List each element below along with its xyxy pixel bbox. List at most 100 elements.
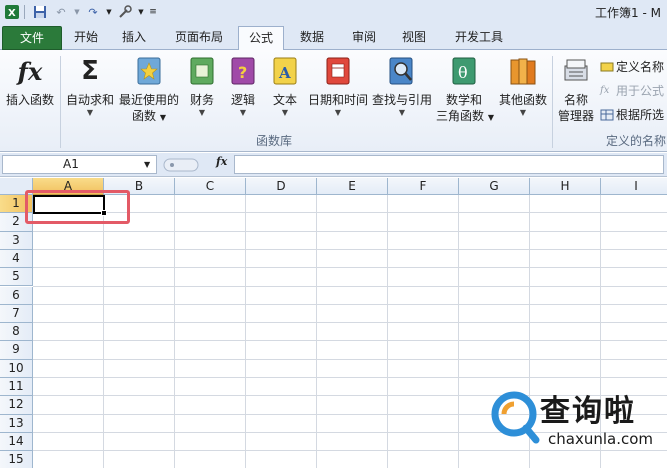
datetime-button[interactable]: 日期和时间 ▼ bbox=[306, 56, 370, 118]
math-trig-button[interactable]: θ 数学和 三角函数 ▼ bbox=[436, 56, 494, 126]
row-header-11[interactable]: 11 bbox=[0, 378, 33, 397]
use-in-formula-button[interactable]: fx 用于公式 bbox=[600, 82, 664, 99]
column-header-f[interactable]: F bbox=[388, 178, 459, 195]
grid-column-line bbox=[103, 195, 104, 468]
ribbon-tabs: 文件 开始 插入 页面布局 公式 数据 审阅 视图 开发工具 bbox=[0, 24, 667, 51]
column-header-g[interactable]: G bbox=[459, 178, 530, 195]
redo-dropdown-icon[interactable]: ▼ bbox=[105, 3, 113, 21]
grid-column-line bbox=[316, 195, 317, 468]
star-book-icon bbox=[134, 56, 164, 86]
grid-row-line bbox=[33, 322, 667, 324]
grid-column-line bbox=[245, 195, 246, 468]
row-header-3[interactable]: 3 bbox=[0, 231, 33, 250]
grid-row-line bbox=[33, 248, 667, 250]
row-header-4[interactable]: 4 bbox=[0, 249, 33, 269]
tab-file[interactable]: 文件 bbox=[2, 26, 62, 50]
svg-text:θ: θ bbox=[458, 63, 468, 82]
tab-review[interactable]: 审阅 bbox=[342, 26, 386, 50]
tab-home[interactable]: 开始 bbox=[64, 26, 108, 50]
lookup-reference-button[interactable]: 查找与引用 ▼ bbox=[371, 56, 433, 118]
tab-data[interactable]: 数据 bbox=[290, 26, 334, 50]
tools-icon[interactable] bbox=[116, 3, 134, 21]
row-header-8[interactable]: 8 bbox=[0, 323, 33, 342]
grid-column-line bbox=[458, 195, 459, 468]
more-functions-button[interactable]: 其他函数 ▼ bbox=[496, 56, 550, 118]
tab-view[interactable]: 视图 bbox=[392, 26, 436, 50]
row-header-14[interactable]: 14 bbox=[0, 432, 33, 452]
question-book-icon: ? bbox=[228, 56, 258, 86]
row-header-6[interactable]: 6 bbox=[0, 286, 33, 305]
recently-used-button[interactable]: 最近使用的 函数 ▼ bbox=[118, 56, 180, 126]
logical-button[interactable]: ? 逻辑 ▼ bbox=[226, 56, 260, 118]
watermark-url: chaxunla.com bbox=[548, 430, 653, 448]
column-header-e[interactable]: E bbox=[317, 178, 388, 195]
name-box-dropdown-icon[interactable]: ▼ bbox=[144, 160, 150, 169]
insert-function-button[interactable]: fx 插入函数 bbox=[2, 56, 58, 108]
svg-text:?: ? bbox=[238, 63, 247, 82]
text-button[interactable]: A 文本 ▼ bbox=[268, 56, 302, 118]
insert-function-fx-icon[interactable]: fx bbox=[216, 155, 227, 168]
grid-small-icon bbox=[600, 109, 614, 121]
chevron-down-icon: ▼ bbox=[86, 108, 94, 117]
row-header-9[interactable]: 9 bbox=[0, 341, 33, 360]
tab-insert[interactable]: 插入 bbox=[112, 26, 156, 50]
money-book-icon bbox=[187, 56, 217, 86]
grid-row-line bbox=[33, 303, 667, 305]
grid-row-line bbox=[33, 340, 667, 342]
chevron-down-icon: ▼ bbox=[519, 108, 527, 117]
books-stack-icon bbox=[508, 56, 538, 86]
insert-function-label: 插入函数 bbox=[5, 93, 54, 107]
window-title: 工作簿1 - M bbox=[595, 6, 661, 20]
row-header-13[interactable]: 13 bbox=[0, 414, 33, 433]
tab-developer[interactable]: 开发工具 bbox=[446, 26, 512, 50]
undo-dropdown-icon[interactable]: ▼ bbox=[73, 3, 81, 21]
row-header-12[interactable]: 12 bbox=[0, 396, 33, 415]
grid-row-line bbox=[33, 377, 667, 378]
tools-dropdown-icon[interactable]: ▼ bbox=[137, 3, 145, 21]
row-header-10[interactable]: 10 bbox=[0, 359, 33, 378]
svg-text:X: X bbox=[8, 8, 16, 19]
undo-icon[interactable]: ↶ bbox=[52, 3, 70, 21]
row-header-15[interactable]: 15 bbox=[0, 451, 33, 468]
watermark-text: 查询啦 bbox=[540, 394, 636, 429]
math-trig-label-1: 数学和 bbox=[445, 93, 482, 107]
recently-used-label-2: 函数 ▼ bbox=[132, 109, 166, 123]
name-manager-label-2: 管理器 bbox=[557, 109, 594, 123]
group-label-defined-names: 定义的名称 bbox=[606, 134, 667, 148]
datetime-label: 日期和时间 bbox=[307, 93, 368, 107]
chevron-down-icon: ▼ bbox=[198, 108, 206, 117]
name-box[interactable]: A1 bbox=[2, 155, 157, 174]
excel-logo-icon[interactable]: X bbox=[3, 3, 21, 21]
column-header-c[interactable]: C bbox=[175, 178, 246, 195]
use-in-formula-label: 用于公式 bbox=[616, 84, 665, 98]
customize-qat-icon[interactable]: ≡ bbox=[148, 3, 158, 21]
row-header-5[interactable]: 5 bbox=[0, 268, 33, 287]
logical-label: 逻辑 bbox=[230, 93, 255, 107]
create-from-selection-label: 根据所选 bbox=[616, 108, 665, 122]
tab-formulas[interactable]: 公式 bbox=[238, 26, 284, 51]
group-separator bbox=[60, 56, 61, 148]
column-header-d[interactable]: D bbox=[246, 178, 317, 195]
row-header-7[interactable]: 7 bbox=[0, 304, 33, 324]
save-icon[interactable] bbox=[31, 3, 49, 21]
formula-input[interactable] bbox=[234, 155, 664, 174]
autosum-label: 自动求和 bbox=[65, 93, 114, 107]
redo-icon[interactable]: ↷ bbox=[84, 3, 102, 21]
calendar-book-icon bbox=[323, 56, 353, 86]
more-functions-label: 其他函数 bbox=[498, 93, 547, 107]
svg-text:A: A bbox=[278, 64, 291, 82]
financial-button[interactable]: 财务 ▼ bbox=[184, 56, 220, 118]
column-header-h[interactable]: H bbox=[530, 178, 601, 195]
grid-row-line bbox=[33, 267, 667, 269]
create-from-selection-button[interactable]: 根据所选 bbox=[600, 106, 664, 123]
grid-column-line bbox=[387, 195, 388, 468]
grid-row-line bbox=[33, 285, 667, 287]
theta-book-icon: θ bbox=[449, 56, 479, 86]
tab-page-layout[interactable]: 页面布局 bbox=[164, 26, 234, 50]
name-manager-button[interactable]: 名称 管理器 bbox=[556, 56, 596, 124]
column-header-i[interactable]: I bbox=[601, 178, 667, 195]
tag-icon bbox=[600, 61, 614, 73]
autosum-button[interactable]: Σ 自动求和 ▼ bbox=[64, 56, 116, 118]
grid-row-line bbox=[33, 230, 667, 232]
define-name-button[interactable]: 定义名称 bbox=[600, 58, 664, 75]
